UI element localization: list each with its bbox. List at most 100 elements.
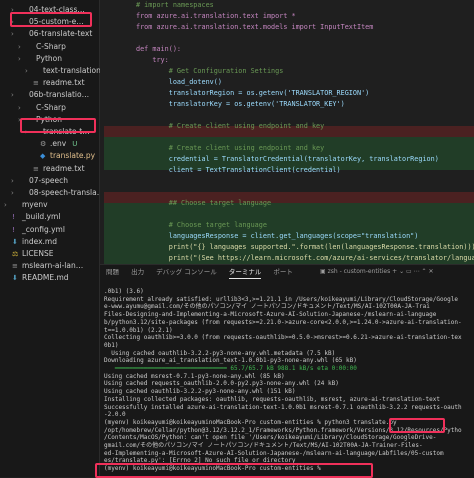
- chevron-icon: ›: [11, 176, 14, 185]
- explorer-folder[interactable]: › 04-text-class…: [11, 4, 85, 16]
- explorer-folder[interactable]: › 06-translate-text: [11, 28, 92, 40]
- explorer-folder[interactable]: › Python: [18, 53, 62, 65]
- git-status-badge: U: [72, 140, 78, 149]
- explorer-item-label: _build.yml: [22, 212, 61, 222]
- panel-tabs: 問題 出力 デバッグ コンソール ターミナル ポート: [106, 266, 303, 282]
- explorer-folder[interactable]: › 06b-translatio…: [11, 89, 89, 101]
- code-line: client = TextTranslationClient(credentia…: [136, 166, 341, 174]
- file-icon: ⚙: [40, 140, 47, 149]
- explorer-folder[interactable]: › myenv: [4, 199, 48, 211]
- terminal-line: Successfully installed azure-ai-translat…: [104, 403, 462, 411]
- file-icon: ⬇: [12, 237, 18, 246]
- explorer-folder[interactable]: › 05-custom-e…: [11, 16, 84, 28]
- file-icon: ≡: [12, 262, 18, 271]
- chevron-icon: ›: [11, 30, 14, 39]
- terminal-line: Collecting oauthlib>=3.0.0 (from request…: [104, 334, 462, 342]
- explorer-folder[interactable]: › Python: [18, 114, 62, 126]
- code-line: # Create client using endpoint and key: [136, 122, 325, 130]
- explorer-item-label: readme.txt: [43, 78, 85, 88]
- explorer-item-label: 05-custom-e…: [29, 17, 84, 27]
- explorer-item-label: text-translation: [43, 66, 101, 75]
- explorer-item-label: README.md: [22, 273, 69, 283]
- file-icon: ⚖: [12, 250, 19, 258]
- chevron-icon: ›: [18, 54, 21, 63]
- explorer-folder[interactable]: › translate-t…: [25, 126, 90, 138]
- code-line: load_dotenv(): [136, 78, 222, 86]
- terminal-line: (myenv) koikeayumi@koikeayuminoMacBook-P…: [104, 465, 325, 473]
- explorer-file[interactable]: ⬇ index.md: [4, 236, 57, 248]
- explorer-item-label: mslearn-ai-lan…: [22, 261, 84, 271]
- explorer-item-label: 04-text-class…: [29, 5, 85, 14]
- chevron-icon: ›: [18, 42, 21, 51]
- explorer-folder[interactable]: › C-Sharp: [18, 41, 66, 53]
- code-line: from azure.ai.translation.text.models im…: [136, 23, 374, 31]
- chevron-icon: ›: [11, 6, 14, 14]
- explorer-folder[interactable]: › C-Sharp: [18, 102, 66, 114]
- code-line: print("{} languages supported.".format(l…: [136, 243, 474, 251]
- code-line: ## Choose target language: [136, 199, 272, 207]
- add-terminal-icon[interactable]: + ⌄ ▭ ⋯ ⌃ ✕: [392, 268, 433, 275]
- explorer-folder[interactable]: › text-translation: [25, 65, 101, 77]
- tab-debug-console[interactable]: デバッグ コンソール: [156, 268, 217, 276]
- code-line: credential = TranslatorCredential(transl…: [136, 155, 439, 163]
- explorer-item-label: 08-speech-transla…: [29, 188, 105, 197]
- code-line: # Get Configuration Settings: [136, 67, 284, 75]
- explorer-file[interactable]: ⚖ LICENSE: [4, 248, 53, 260]
- chevron-icon: ›: [18, 103, 21, 112]
- explorer-file[interactable]: ⬇ README.md: [4, 272, 69, 284]
- file-icon: ◆: [40, 152, 46, 161]
- file-icon: !: [12, 225, 15, 234]
- chevron-icon: ›: [18, 115, 21, 124]
- explorer-file[interactable]: ≡ readme.txt: [25, 77, 85, 89]
- file-icon: !: [12, 213, 15, 222]
- file-icon: ⬇: [12, 274, 18, 283]
- terminal-icon: ▣: [320, 268, 328, 275]
- explorer-item-label: _config.yml: [22, 224, 65, 234]
- chevron-icon: ›: [25, 67, 28, 75]
- explorer-item-label: index.md: [22, 236, 57, 246]
- explorer-item-label: readme.txt: [43, 163, 85, 173]
- code-line: from azure.ai.translation.text import *: [136, 12, 296, 20]
- explorer-item-label: LICENSE: [22, 249, 54, 258]
- explorer-item-label: Python: [36, 53, 62, 63]
- code-line: translatorKey = os.getenv('TRANSLATOR_KE…: [136, 100, 345, 108]
- tab-output[interactable]: 出力: [131, 268, 144, 276]
- code-line: # import namespaces: [136, 1, 214, 9]
- explorer-item-label: C-Sharp: [36, 102, 66, 112]
- code-line: try:: [136, 56, 169, 64]
- code-line: print("(See https://learn.microsoft.com/…: [136, 254, 474, 262]
- explorer-item-label: 07-speech: [29, 175, 69, 185]
- explorer-item-label: myenv: [22, 200, 48, 210]
- explorer-folder[interactable]: › 07-speech: [11, 175, 68, 187]
- explorer-item-label: Python: [36, 114, 62, 124]
- tab-terminal[interactable]: ターミナル: [228, 268, 262, 279]
- file-icon: ≡: [33, 79, 39, 88]
- tab-problems[interactable]: 問題: [106, 268, 119, 276]
- file-icon: ≡: [33, 164, 39, 173]
- explorer-file[interactable]: ! _build.yml: [4, 211, 60, 223]
- code-line: # Choose target language: [136, 221, 267, 229]
- code-line: def main():: [136, 45, 182, 53]
- terminal-title[interactable]: ▣ zsh - custom-entities + ⌄ ▭ ⋯ ⌃ ✕: [320, 268, 434, 275]
- explorer-item-label: .env: [50, 139, 67, 149]
- explorer-item-label: translate.py: [50, 151, 96, 161]
- explorer-item-label: 06-translate-text: [29, 29, 93, 39]
- code-line: languagesResponse = client.get_languages…: [136, 232, 419, 240]
- code-line: # Create client using endpoint and key: [136, 144, 325, 152]
- explorer-file[interactable]: ≡ readme.txt: [25, 163, 85, 175]
- chevron-icon: ›: [11, 18, 14, 27]
- tab-ports[interactable]: ポート: [273, 268, 293, 276]
- explorer-item-label: C-Sharp: [36, 41, 66, 51]
- explorer-file[interactable]: ⚙ .env U: [32, 138, 77, 150]
- chevron-icon: ›: [11, 91, 14, 100]
- code-line: translatorRegion = os.getenv('TRANSLATOR…: [136, 89, 370, 97]
- explorer-file[interactable]: ◆translate.pyM: [32, 150, 107, 162]
- chevron-icon: ›: [25, 128, 28, 136]
- explorer-item-label: translate-t…: [43, 127, 90, 136]
- explorer-folder[interactable]: › 08-speech-transla…: [11, 187, 104, 199]
- chevron-icon: ›: [11, 189, 14, 197]
- explorer-item-label: 06b-translatio…: [29, 90, 90, 100]
- explorer-file[interactable]: ≡ mslearn-ai-lan…: [4, 260, 83, 272]
- chevron-icon: ›: [4, 201, 7, 210]
- explorer-file[interactable]: ! _config.yml: [4, 224, 65, 236]
